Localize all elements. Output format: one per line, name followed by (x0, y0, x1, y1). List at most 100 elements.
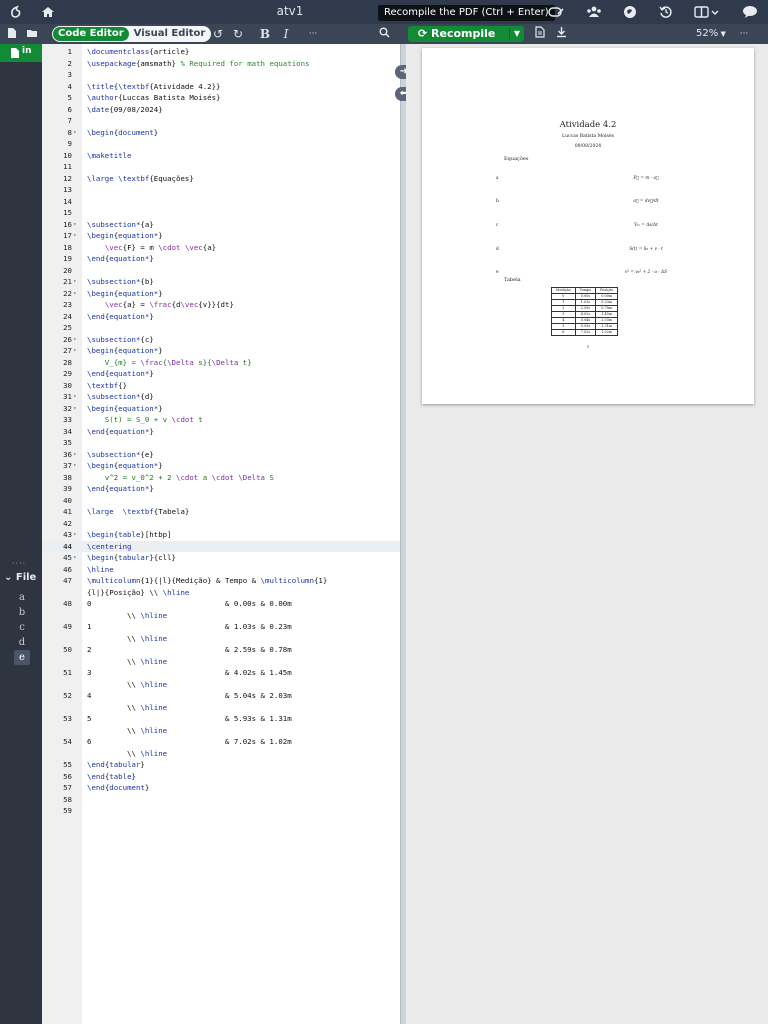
fold-toggle-icon[interactable]: ▾ (73, 449, 77, 461)
new-folder-icon[interactable] (26, 27, 38, 39)
code-line[interactable]: 53 5 & 5.93s & 1.31m (42, 713, 400, 725)
code-line[interactable]: 44 \centering (42, 540, 400, 552)
code-line[interactable]: 1 \documentclass{article} (42, 46, 400, 58)
code-line[interactable]: 15 (42, 207, 400, 219)
fold-toggle-icon[interactable]: ▾ (73, 391, 77, 403)
more-formatting-button[interactable]: ··· (305, 26, 321, 42)
fold-toggle-icon[interactable]: ▾ (73, 334, 77, 346)
code-line[interactable]: 36 ▾ \subsection*{e} (42, 449, 400, 461)
chat-icon[interactable] (740, 2, 760, 22)
italic-button[interactable]: I (278, 26, 294, 42)
code-line[interactable]: 55 \end{tabular} (42, 759, 400, 771)
code-line[interactable]: 3 (42, 69, 400, 81)
code-line[interactable]: 20 (42, 265, 400, 277)
new-file-icon[interactable] (6, 27, 18, 39)
code-line[interactable]: 42 (42, 518, 400, 530)
code-line[interactable]: 38 v^2 = v_0^2 + 2 \cdot a \cdot \Delta … (42, 472, 400, 484)
code-line[interactable]: 48 0 & 0.00s & 0.00m (42, 598, 400, 610)
code-line[interactable]: 45 ▾ \begin{tabular}{cll} (42, 552, 400, 564)
bold-button[interactable]: B (257, 26, 273, 42)
fold-toggle-icon[interactable]: ▾ (73, 345, 77, 357)
outline-item[interactable]: a (14, 590, 30, 605)
panel-resize-handle[interactable]: ···· (12, 560, 28, 568)
code-line[interactable]: 27 ▾ \begin{equation*} (42, 345, 400, 357)
fold-toggle-icon[interactable]: ▾ (73, 230, 77, 242)
fold-toggle-icon[interactable]: ▾ (73, 288, 77, 300)
code-line[interactable]: 37 ▾ \begin{equation*} (42, 460, 400, 472)
code-line[interactable]: 17 ▾ \begin{equation*} (42, 230, 400, 242)
code-line[interactable]: 2 \usepackage{amsmath} % Required for mat… (42, 58, 400, 70)
code-line[interactable]: 21 ▾ \subsection*{b} (42, 276, 400, 288)
chevron-down-icon[interactable]: ▼ (514, 26, 520, 42)
code-line[interactable]: 56 \end{table} (42, 771, 400, 783)
code-line[interactable]: 30 \textbf{} (42, 380, 400, 392)
fold-toggle-icon[interactable]: ▾ (73, 403, 77, 415)
fold-toggle-icon[interactable]: ▾ (73, 529, 77, 541)
submit-icon[interactable] (620, 2, 640, 22)
code-line[interactable]: 40 (42, 495, 400, 507)
code-line[interactable]: 59 (42, 805, 400, 817)
code-line[interactable]: 6 \date{09/08/2024} (42, 104, 400, 116)
code-line[interactable]: 25 (42, 322, 400, 334)
code-line[interactable]: 16 ▾ \subsection*{a} (42, 219, 400, 231)
code-line[interactable]: 19 \end{equation*} (42, 253, 400, 265)
code-line[interactable]: 4 \title{\textbf{Atividade 4.2}} (42, 81, 400, 93)
code-line[interactable]: 10 \maketitle (42, 150, 400, 162)
outline-item[interactable]: c (14, 620, 30, 635)
code-line[interactable]: 32 ▾ \begin{equation*} (42, 403, 400, 415)
code-line[interactable]: 14 (42, 196, 400, 208)
code-line[interactable]: 58 (42, 794, 400, 806)
download-pdf-icon[interactable] (553, 26, 569, 42)
file-tree-item-active[interactable]: in (0, 44, 42, 62)
code-line[interactable]: 23 \vec{a} = \frac{d\vec{v}}{dt} (42, 299, 400, 311)
code-line[interactable]: 13 (42, 184, 400, 196)
code-line[interactable]: 51 3 & 4.02s & 1.45m (42, 667, 400, 679)
code-line[interactable]: \\ \hline (42, 610, 400, 622)
outline-item[interactable]: e (14, 650, 30, 665)
zoom-level-dropdown[interactable]: 52% ▼ (696, 28, 726, 39)
code-line[interactable]: 11 (42, 161, 400, 173)
code-line[interactable]: 26 ▾ \subsection*{c} (42, 334, 400, 346)
code-line[interactable]: 41 \large \textbf{Tabela} (42, 506, 400, 518)
share-icon[interactable] (584, 2, 604, 22)
pdf-more-button[interactable]: ··· (736, 26, 752, 42)
fold-toggle-icon[interactable]: ▾ (73, 460, 77, 472)
redo-button[interactable]: ↻ (230, 26, 246, 42)
undo-button[interactable]: ↺ (210, 26, 226, 42)
layout-icon[interactable] (692, 2, 722, 22)
code-line[interactable]: 29 \end{equation*} (42, 368, 400, 380)
code-line[interactable]: 57 \end{document} (42, 782, 400, 794)
code-line[interactable]: \\ \hline (42, 656, 400, 668)
recompile-button[interactable]: ⟳ Recompile ▼ (408, 26, 524, 42)
logs-icon[interactable] (532, 26, 548, 42)
code-line[interactable]: 8 ▾ \begin{document} (42, 127, 400, 139)
code-line[interactable]: 28 V_{m} = \frac{\Delta s}{\Delta t} (42, 357, 400, 369)
fold-toggle-icon[interactable]: ▾ (73, 219, 77, 231)
fold-toggle-icon[interactable]: ▾ (73, 127, 77, 139)
code-line[interactable]: \\ \hline (42, 702, 400, 714)
code-line[interactable]: 39 \end{equation*} (42, 483, 400, 495)
fold-toggle-icon[interactable]: ▾ (73, 276, 77, 288)
history-icon[interactable] (656, 2, 676, 22)
visual-editor-toggle[interactable]: Visual Editor (129, 27, 211, 41)
code-line[interactable]: 49 1 & 1.03s & 0.23m (42, 621, 400, 633)
code-line[interactable]: 47 \multicolumn{1}{|l}{Medição} & Tempo &… (42, 575, 400, 587)
code-line[interactable]: \\ \hline (42, 679, 400, 691)
code-line[interactable]: 43 ▾ \begin{table}[htbp] (42, 529, 400, 541)
code-line[interactable]: {l|}{Posição} \\ \hline (42, 587, 400, 599)
search-icon[interactable] (376, 26, 392, 42)
code-line[interactable]: 46 \hline (42, 564, 400, 576)
code-line[interactable]: \\ \hline (42, 633, 400, 645)
code-line[interactable]: \\ \hline (42, 725, 400, 737)
code-line[interactable]: 52 4 & 5.04s & 2.03m (42, 690, 400, 702)
code-editor-toggle[interactable]: Code Editor (53, 27, 129, 41)
outline-header[interactable]: ⌄ File (0, 570, 42, 586)
code-line[interactable]: 33 S(t) = S_0 + v \cdot t (42, 414, 400, 426)
code-line[interactable]: 24 \end{equation*} (42, 311, 400, 323)
code-line[interactable]: 18 \vec{F} = m \cdot \vec{a} (42, 242, 400, 254)
code-line[interactable]: 7 (42, 115, 400, 127)
code-editor[interactable]: 1 \documentclass{article} 2 \usepackage{ams… (42, 44, 400, 1024)
pdf-preview[interactable]: Atividade 4.2 Luccas Batista Moisés 09/0… (406, 44, 768, 1024)
fold-toggle-icon[interactable]: ▾ (73, 552, 77, 564)
review-icon[interactable] (546, 2, 566, 22)
